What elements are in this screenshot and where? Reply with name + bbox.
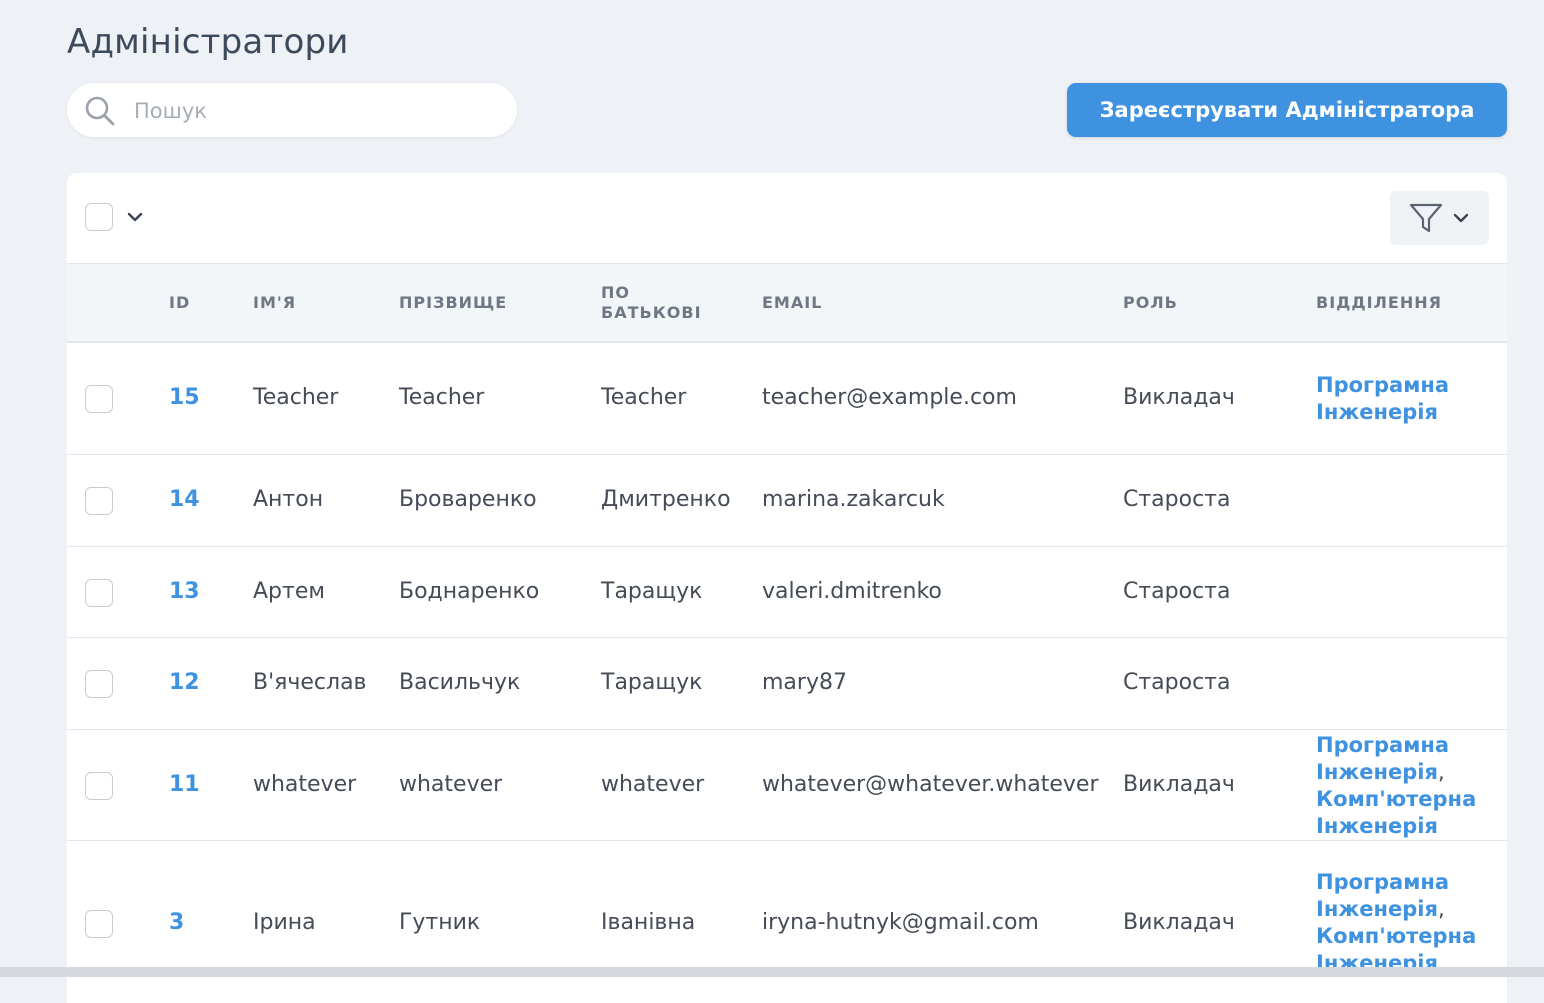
chevron-down-icon[interactable] — [125, 209, 145, 225]
table-body: 15 Teacher Teacher Teacher teacher@example.c… — [67, 343, 1507, 1003]
table-row[interactable]: 3 Ірина Гутник Іванівна iryna-hutnyk@gmail.c… — [67, 841, 1507, 1003]
cell-first-name: Артем — [253, 579, 325, 604]
cell-last-name: Васильчук — [399, 670, 521, 695]
cell-role: Викладач — [1123, 385, 1235, 410]
search-box[interactable] — [67, 83, 517, 137]
table-row[interactable]: 13 Артем Боднаренко Таращук valeri.dmitrenko… — [67, 547, 1507, 638]
cell-last-name: Гутник — [399, 910, 481, 935]
select-all-checkbox[interactable] — [85, 203, 113, 231]
table-row[interactable]: 14 Антон Броваренко Дмитренко marina.zakarcu… — [67, 455, 1507, 547]
cell-first-name: whatever — [253, 772, 357, 797]
cell-role: Староста — [1123, 670, 1231, 695]
cell-email: valeri.dmitrenko — [762, 579, 942, 604]
cell-last-name: whatever — [399, 772, 503, 797]
table-header: ID ІМ'Я ПРІЗВИЩЕ ПО БАТЬКОВІ EMAIL РОЛЬ … — [67, 263, 1507, 343]
cell-email: teacher@example.com — [762, 385, 1017, 410]
cell-role: Викладач — [1123, 910, 1235, 935]
row-checkbox[interactable] — [85, 670, 113, 698]
search-input[interactable] — [132, 93, 496, 129]
table-row[interactable]: 15 Teacher Teacher Teacher teacher@example.c… — [67, 343, 1507, 455]
table-row[interactable]: 11 whatever whatever whatever whatever@whate… — [67, 730, 1507, 841]
cell-role: Викладач — [1123, 772, 1235, 797]
row-checkbox[interactable] — [85, 910, 113, 938]
cell-departments: Програмна Інженерія, Комп'ютерна Інженер… — [1316, 869, 1496, 977]
register-admin-button[interactable]: Зареєструвати Адміністратора — [1067, 83, 1507, 137]
cell-departments: Програмна Інженерія, Комп'ютерна Інженер… — [1316, 732, 1496, 840]
cell-departments: Програмна Інженерія — [1316, 372, 1496, 426]
department-link[interactable]: Програмна Інженерія — [1316, 870, 1449, 921]
table-toolbar — [67, 173, 1507, 263]
cell-email: iryna-hutnyk@gmail.com — [762, 910, 1039, 935]
table-row[interactable]: 12 В'ячеслав Васильчук Таращук mary87 Старост… — [67, 638, 1507, 730]
filter-button[interactable] — [1390, 191, 1489, 245]
cell-patronymic: Дмитренко — [601, 487, 731, 512]
department-link[interactable]: Програмна Інженерія — [1316, 373, 1449, 424]
column-header-patronymic-line1: ПО — [601, 283, 630, 302]
cell-patronymic: Іванівна — [601, 910, 696, 935]
filter-icon — [1409, 203, 1443, 233]
cell-last-name: Броваренко — [399, 487, 537, 512]
cell-id[interactable]: 15 — [169, 385, 200, 410]
cell-id[interactable]: 12 — [169, 670, 200, 695]
row-checkbox[interactable] — [85, 385, 113, 413]
cell-first-name: Антон — [253, 487, 324, 512]
admins-table-card: ID ІМ'Я ПРІЗВИЩЕ ПО БАТЬКОВІ EMAIL РОЛЬ … — [67, 173, 1507, 1003]
cell-email: mary87 — [762, 670, 847, 695]
cell-id[interactable]: 14 — [169, 487, 200, 512]
column-header-first-name[interactable]: ІМ'Я — [253, 293, 296, 313]
page-title: Адміністратори — [67, 22, 349, 62]
column-header-patronymic-line2: БАТЬКОВІ — [601, 303, 702, 322]
cell-first-name: Teacher — [253, 385, 339, 410]
chevron-down-icon — [1453, 213, 1469, 223]
cell-id[interactable]: 11 — [169, 772, 200, 797]
cell-email: whatever@whatever.whatever — [762, 772, 1099, 797]
search-icon — [85, 96, 115, 126]
row-checkbox[interactable] — [85, 487, 113, 515]
cell-first-name: В'ячеслав — [253, 670, 367, 695]
cell-last-name: Teacher — [399, 385, 485, 410]
row-checkbox[interactable] — [85, 579, 113, 607]
cell-patronymic: whatever — [601, 772, 705, 797]
column-header-department[interactable]: ВІДДІЛЕННЯ — [1316, 293, 1442, 313]
column-header-patronymic[interactable]: ПО БАТЬКОВІ — [601, 283, 702, 323]
cell-last-name: Боднаренко — [399, 579, 540, 604]
department-separator: , — [1437, 897, 1445, 921]
cell-role: Староста — [1123, 579, 1231, 604]
cell-patronymic: Таращук — [601, 579, 703, 604]
department-link[interactable]: Комп'ютерна Інженерія — [1316, 787, 1476, 838]
cell-patronymic: Teacher — [601, 385, 687, 410]
cell-first-name: Ірина — [253, 910, 316, 935]
column-header-last-name[interactable]: ПРІЗВИЩЕ — [399, 293, 507, 313]
department-link[interactable]: Програмна Інженерія — [1316, 733, 1449, 784]
cell-role: Староста — [1123, 487, 1231, 512]
row-checkbox[interactable] — [85, 772, 113, 800]
department-separator: , — [1437, 760, 1445, 784]
cell-id[interactable]: 13 — [169, 579, 200, 604]
cell-patronymic: Таращук — [601, 670, 703, 695]
column-header-id[interactable]: ID — [169, 293, 190, 313]
column-header-role[interactable]: РОЛЬ — [1123, 293, 1178, 313]
cell-id[interactable]: 3 — [169, 910, 184, 935]
column-header-email[interactable]: EMAIL — [762, 293, 822, 313]
horizontal-scrollbar[interactable] — [0, 967, 1544, 977]
cell-email: marina.zakarcuk — [762, 487, 945, 512]
